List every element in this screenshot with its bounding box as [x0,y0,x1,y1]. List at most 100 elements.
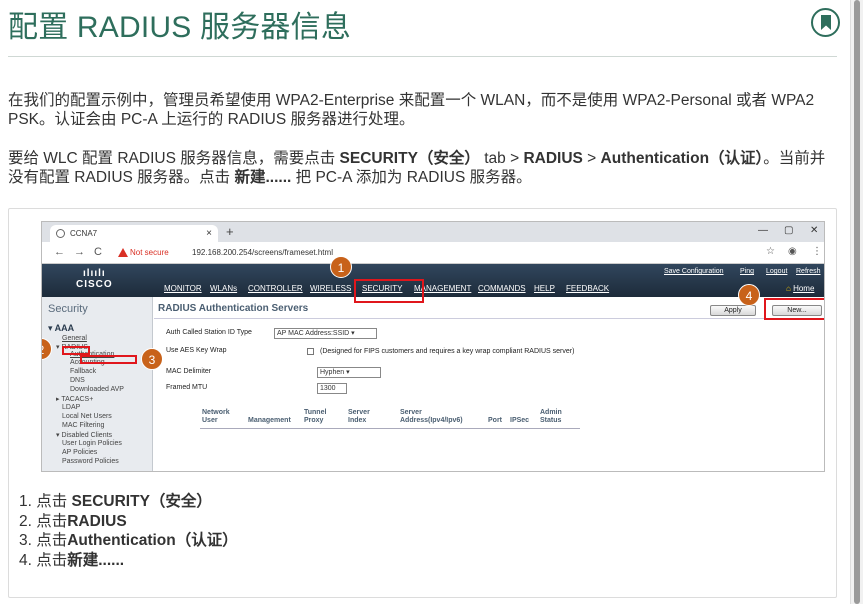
star-icon[interactable]: ☆ [766,246,775,257]
col-server-address: Server Address(Ipv4/Ipv6) [400,409,463,424]
radius-term: RADIUS [523,150,583,167]
auth-called-label: Auth Called Station ID Type [166,329,252,336]
step-1: 1. 点击 SECURITY（安全） [19,492,238,512]
new-highlight [764,298,824,320]
close-window-icon[interactable]: ✕ [810,225,818,236]
sidebar-item-dns[interactable]: DNS [70,377,85,384]
sidebar-item-disabled-clients[interactable]: ▾ Disabled Clients [56,431,112,439]
logout-link[interactable]: Logout [766,268,787,275]
url-field[interactable]: 192.168.200.254/screens/frameset.html [192,248,333,257]
step-term: 新建...... [67,551,125,569]
home-icon: ⌂ [786,284,791,293]
minimize-icon[interactable]: — [758,225,768,236]
sidebar-item-downloaded-avp[interactable]: Downloaded AVP [70,386,124,393]
instruction-paragraph: 要给 WLC 配置 RADIUS 服务器信息，需要点击 SECURITY（安全）… [8,149,838,187]
sidebar-item-password-policies[interactable]: Password Policies [62,458,119,465]
sidebar-item-ap-policies[interactable]: AP Policies [62,449,97,456]
intro-paragraph: 在我们的配置示例中，管理员希望使用 WPA2-Enterprise 来配置一个 … [8,92,815,128]
col-ipsec: IPSec [510,417,530,424]
col-admin-status: Admin Status [540,409,562,424]
sidebar-item-general[interactable]: General [62,335,87,342]
not-secure-label: Not secure [130,248,169,257]
sidebar-item-tacacs[interactable]: ▸ TACACS+ [56,395,93,403]
mac-delimiter-select[interactable]: Hyphen ▾ [317,367,381,378]
authentication-highlight [80,355,137,364]
menu-monitor[interactable]: MONITOR [164,284,202,293]
menu-controller[interactable]: CONTROLLER [248,284,303,293]
globe-icon [56,229,65,238]
account-icon[interactable]: ◉ [788,246,797,257]
cisco-logo: ılıılı CISCO [76,268,113,290]
text: > [582,150,601,167]
save-configuration-link[interactable]: Save Configuration [664,268,724,275]
step-term: SECURITY（安全） [71,493,212,510]
cisco-logo-bars: ılıılı [83,268,106,279]
maximize-icon[interactable]: ▢ [784,225,793,236]
menu-wireless[interactable]: WIRELESS [310,284,351,293]
apply-button[interactable]: Apply [710,305,756,316]
sidebar-item-aaa[interactable]: ▾ AAA [48,323,74,334]
security-highlight [354,279,424,303]
menu-wlans[interactable]: WLANs [210,284,237,293]
mtu-label: Framed MTU [166,384,208,391]
security-term: SECURITY（安全） [339,150,480,167]
text: 把 PC-A 添加为 RADIUS 服务器。 [291,169,532,186]
bookmark-icon [820,15,831,30]
col-network-user: Network User [202,409,230,424]
menu-help[interactable]: HELP [534,284,555,293]
scrollbar-thumb[interactable] [854,0,860,604]
new-term: 新建...... [234,169,292,186]
authentication-term: Authentication（认证） [600,150,764,167]
tab-close-icon[interactable]: × [206,225,212,242]
home-link[interactable]: ⌂ Home [786,284,814,293]
figure-card: CCNA7 × + — ▢ ✕ ← → C Not secure 192.168… [8,208,837,598]
warning-icon [118,248,128,257]
step-text: 2. 点击 [19,512,68,530]
sidebar-item-user-login-policies[interactable]: User Login Policies [62,440,122,447]
new-tab-button[interactable]: + [226,224,234,239]
col-port: Port [488,417,502,424]
step-badge-1: 1 [330,256,352,278]
text: tab > [479,150,524,167]
sidebar-item-mac-filtering[interactable]: MAC Filtering [62,422,104,429]
bookmark-button[interactable] [811,8,840,37]
step-badge-4: 4 [738,284,760,306]
page-scrollbar[interactable] [850,0,863,604]
forward-icon[interactable]: → [74,246,85,258]
tab-title: CCNA7 [70,229,98,238]
steps-list: 1. 点击 SECURITY（安全） 2. 点击RADIUS 3. 点击Auth… [19,492,238,570]
content-title: RADIUS Authentication Servers [158,303,309,314]
cisco-logo-text: CISCO [76,279,113,290]
sidebar-item-ldap[interactable]: LDAP [62,404,80,411]
col-management: Management [248,417,291,424]
more-icon[interactable]: ⋮ [812,246,822,257]
radius-content: RADIUS Authentication Servers Apply New.… [154,297,824,471]
back-icon[interactable]: ← [54,246,65,258]
aes-checkbox[interactable] [307,348,314,355]
menu-feedback[interactable]: FEEDBACK [566,284,609,293]
aes-label: Use AES Key Wrap [166,347,227,354]
sidebar-item-fallback[interactable]: Fallback [70,368,96,375]
step-text: 3. 点击 [19,532,68,549]
sidebar-item-local-net-users[interactable]: Local Net Users [62,413,112,420]
auth-called-select[interactable]: AP MAC Address:SSID ▾ [274,328,377,339]
browser-tab[interactable]: CCNA7 × [50,225,218,242]
ping-link[interactable]: Ping [740,268,754,275]
step-2: 2. 点击RADIUS [19,512,238,532]
text: 要给 WLC 配置 RADIUS 服务器信息，需要点击 [8,150,340,167]
content-divider [154,318,814,319]
step-text: 1. 点击 [19,493,72,510]
mac-delimiter-label: MAC Delimiter [166,368,212,375]
address-bar: ← → C Not secure 192.168.200.254/screens… [42,242,824,264]
sidebar-title: Security [48,303,88,315]
step-badge-3: 3 [141,348,163,370]
col-server-index: Server Index [348,409,370,424]
browser-tabbar: CCNA7 × + — ▢ ✕ [42,222,824,242]
mtu-input[interactable]: 1300 [317,383,347,394]
menu-commands[interactable]: COMMANDS [478,284,526,293]
home-label: Home [793,284,815,293]
refresh-link[interactable]: Refresh [796,268,821,275]
reload-icon[interactable]: C [94,246,102,258]
radius-highlight [62,346,90,355]
table-divider [200,428,580,429]
